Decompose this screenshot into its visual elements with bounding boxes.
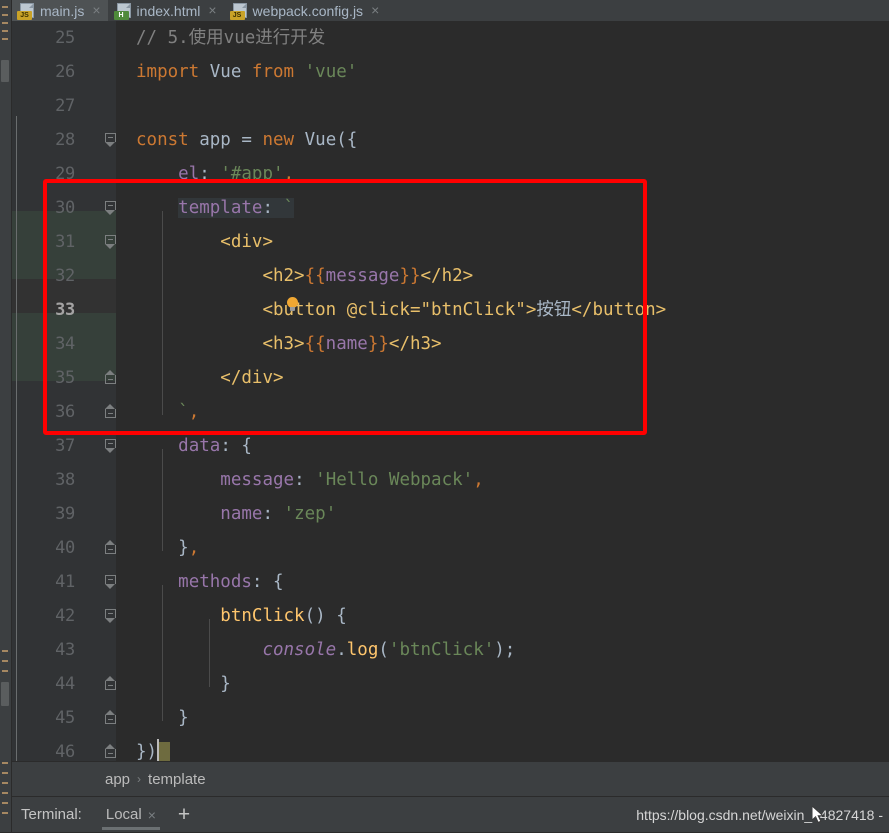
- code-line-44: }: [220, 674, 231, 694]
- fold-marker-expand[interactable]: [105, 565, 116, 599]
- mouse-cursor-icon: [812, 806, 825, 824]
- fold-marker-expand[interactable]: [105, 429, 116, 463]
- code-line-43: console.log('btnClick');: [262, 640, 516, 660]
- lightbulb-icon[interactable]: [286, 297, 299, 313]
- line-number: 32: [55, 266, 75, 286]
- fold-marker-collapse[interactable]: [105, 701, 116, 735]
- fold-marker-expand[interactable]: [105, 123, 116, 157]
- code-line-31: <div>: [220, 232, 273, 252]
- line-number: 34: [55, 334, 75, 354]
- line-number: 45: [55, 708, 75, 728]
- breadcrumb: app › template: [11, 761, 889, 796]
- tab-badge: JS: [17, 11, 32, 20]
- line-number: 25: [55, 28, 75, 48]
- line-number: 40: [55, 538, 75, 558]
- line-number: 46: [55, 742, 75, 761]
- code-line-41: methods: {: [178, 572, 284, 592]
- code-line-36: `,: [178, 402, 200, 422]
- code-line-37: data: {: [178, 436, 252, 456]
- fold-marker-collapse[interactable]: [105, 735, 116, 761]
- code-line-33: <button @click="btnClick">按钮</button>: [262, 300, 667, 320]
- code-line-46: }): [136, 735, 170, 761]
- code-line-42: btnClick() {: [220, 606, 347, 626]
- close-icon[interactable]: ×: [369, 3, 379, 17]
- fold-marker-collapse[interactable]: [105, 395, 116, 429]
- breadcrumb-item-template[interactable]: template: [148, 771, 206, 788]
- tab-label: webpack.config.js: [252, 2, 364, 19]
- tab-index-html[interactable]: H index.html ×: [108, 0, 224, 21]
- code-line-34: <h3>{{name}}</h3>: [262, 334, 442, 354]
- line-number: 42: [55, 606, 75, 626]
- line-number: 29: [55, 164, 75, 184]
- code-line-26: import Vue from 'vue': [136, 62, 358, 82]
- line-number: 37: [55, 436, 75, 456]
- tab-main-js[interactable]: JS main.js ×: [11, 0, 108, 21]
- line-number: 38: [55, 470, 75, 490]
- code-line-30: template: `: [178, 198, 295, 218]
- line-number: 44: [55, 674, 75, 694]
- watermark-text: https://blog.csdn.net/weixin_44827418 -: [636, 806, 883, 823]
- code-line-38: message: 'Hello Webpack',: [220, 470, 484, 490]
- line-number: 26: [55, 62, 75, 82]
- code-line-45: }: [178, 708, 189, 728]
- line-number-current: 33: [55, 300, 75, 320]
- code-line-32: <h2>{{message}}</h2>: [262, 266, 474, 286]
- fold-marker-collapse[interactable]: [105, 667, 116, 701]
- js-file-icon: JS: [229, 3, 247, 20]
- close-icon[interactable]: ×: [206, 3, 216, 17]
- html-file-icon: H: [113, 3, 131, 20]
- code-editor[interactable]: 25 26 27 28 29 30 31 32 33 34 35 36 37 3…: [11, 21, 889, 761]
- ide-window: JS main.js × H index.html × JS webpack.c…: [0, 0, 889, 832]
- line-number: 43: [55, 640, 75, 660]
- tab-label: main.js: [40, 2, 85, 19]
- fold-marker-collapse[interactable]: [105, 531, 116, 565]
- code-line-25: // 5.使用vue进行开发: [136, 28, 326, 48]
- code-line-39: name: 'zep': [220, 504, 337, 524]
- tab-badge: JS: [229, 11, 245, 20]
- add-terminal-button[interactable]: +: [166, 804, 202, 825]
- fold-marker-expand[interactable]: [105, 599, 116, 633]
- code-text-area[interactable]: // 5.使用vue进行开发 import Vue from 'vue' con…: [116, 21, 889, 761]
- line-number: 36: [55, 402, 75, 422]
- close-icon[interactable]: ×: [148, 807, 156, 823]
- tab-badge: H: [113, 11, 129, 20]
- fold-marker-expand[interactable]: [105, 225, 116, 259]
- tab-label: index.html: [136, 2, 201, 19]
- line-number: 35: [55, 368, 75, 388]
- code-line-28: const app = new Vue({: [136, 130, 358, 150]
- line-number: 39: [55, 504, 75, 524]
- chevron-right-icon: ›: [137, 772, 142, 786]
- line-number: 28: [55, 130, 75, 150]
- terminal-tab-label: Local: [105, 806, 142, 823]
- terminal-label: Terminal:: [21, 806, 82, 823]
- fold-marker-collapse[interactable]: [105, 361, 116, 395]
- code-line-29: el: '#app',: [178, 164, 295, 184]
- breadcrumb-item-app[interactable]: app: [105, 771, 130, 788]
- line-number: 31: [55, 232, 75, 252]
- editor-tab-bar: JS main.js × H index.html × JS webpack.c…: [11, 0, 889, 21]
- close-icon[interactable]: ×: [90, 3, 100, 17]
- line-number: 30: [55, 198, 75, 218]
- code-line-35: </div>: [220, 368, 284, 388]
- tab-webpack-config-js[interactable]: JS webpack.config.js ×: [224, 0, 387, 21]
- left-tool-strip[interactable]: [0, 0, 12, 832]
- terminal-tool-window-bar: Terminal: Local × + https://blog.csdn.ne…: [11, 796, 889, 832]
- line-number: 41: [55, 572, 75, 592]
- js-file-icon: JS: [17, 3, 34, 20]
- code-line-40: },: [178, 538, 200, 558]
- fold-marker-expand[interactable]: [105, 191, 116, 225]
- line-number: 27: [55, 96, 75, 116]
- terminal-tab-local[interactable]: Local ×: [96, 797, 166, 833]
